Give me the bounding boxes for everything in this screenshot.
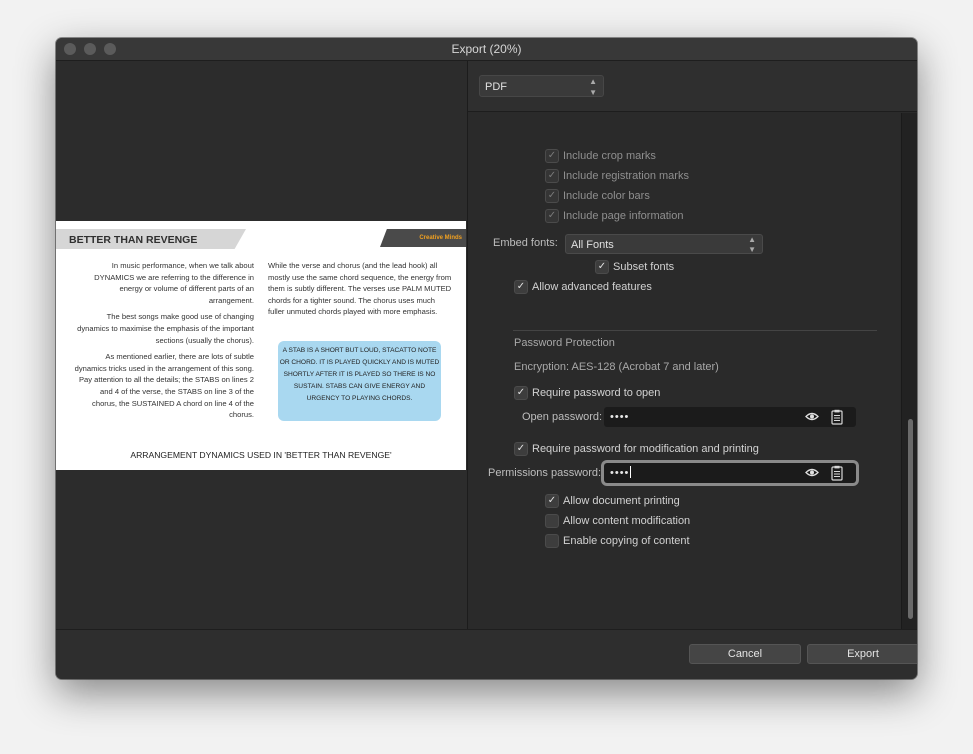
crop-marks-label: Include crop marks bbox=[563, 150, 656, 162]
document-page-preview: BETTER THAN REVENGE Creative Minds In mu… bbox=[56, 221, 466, 470]
brand-logo: Creative Minds bbox=[380, 229, 466, 247]
embed-fonts-label: Embed fonts: bbox=[493, 237, 558, 249]
registration-marks-label: Include registration marks bbox=[563, 170, 689, 182]
page-footer-title: ARRANGEMENT DYNAMICS USED IN 'BETTER THA… bbox=[130, 450, 392, 460]
format-select[interactable]: PDF ▲ ▼ bbox=[479, 75, 604, 97]
allow-advanced-checkbox[interactable]: ✓ bbox=[514, 280, 528, 294]
color-bars-label: Include color bars bbox=[563, 190, 650, 202]
password-section-title: Password Protection bbox=[514, 337, 615, 349]
eye-icon[interactable] bbox=[805, 412, 819, 421]
allow-modification-checkbox[interactable] bbox=[545, 514, 559, 528]
permissions-password-value: •••• bbox=[610, 467, 630, 479]
require-open-password-checkbox[interactable]: ✓ bbox=[514, 386, 528, 400]
require-modify-password-checkbox[interactable]: ✓ bbox=[514, 442, 528, 456]
format-bar: PDF ▲ ▼ bbox=[468, 61, 917, 112]
open-password-field[interactable]: •••• bbox=[604, 407, 856, 427]
paragraph-dynamics: In music performance, when we talk about… bbox=[94, 261, 254, 305]
export-settings-pane: PDF ▲ ▼ ✓ Include crop marks ✓ Include re… bbox=[467, 61, 917, 629]
allow-copying-checkbox[interactable] bbox=[545, 534, 559, 548]
right-column-text: While the verse and chorus (and the lead… bbox=[268, 261, 452, 317]
page-information-checkbox[interactable]: ✓ bbox=[545, 209, 559, 223]
cancel-button[interactable]: Cancel bbox=[689, 644, 801, 664]
encryption-info: Encryption: AES-128 (Acrobat 7 and later… bbox=[514, 361, 719, 373]
require-modify-password-label: Require password for modification and pr… bbox=[532, 443, 759, 455]
left-column-text: In music performance, when we talk about… bbox=[74, 260, 254, 426]
allow-printing-label: Allow document printing bbox=[563, 495, 680, 507]
clipboard-icon[interactable] bbox=[831, 465, 843, 481]
allow-modification-label: Allow content modification bbox=[563, 515, 691, 527]
updown-chevron-icon: ▲ ▼ bbox=[589, 77, 597, 97]
stab-callout-box: A STAB IS A SHORT BUT LOUD, STACATTO NOT… bbox=[278, 341, 441, 421]
embed-fonts-select[interactable]: All Fonts ▲ ▼ bbox=[565, 234, 763, 254]
window-title: Export (20%) bbox=[451, 42, 522, 56]
page-information-label: Include page information bbox=[563, 210, 684, 222]
export-dialog: Export (20%) BETTER THAN REVENGE Creativ… bbox=[56, 38, 917, 679]
text-caret bbox=[630, 466, 632, 478]
subset-fonts-checkbox[interactable]: ✓ bbox=[595, 260, 609, 274]
registration-marks-checkbox[interactable]: ✓ bbox=[545, 169, 559, 183]
open-password-label: Open password: bbox=[522, 411, 603, 423]
dialog-footer: Cancel Export bbox=[56, 629, 917, 679]
paragraph-tricks: As mentioned earlier, there are lots of … bbox=[74, 352, 254, 420]
export-button[interactable]: Export bbox=[807, 644, 917, 664]
paragraph-best-songs: The best songs make good use of changing… bbox=[77, 312, 254, 345]
allow-advanced-label: Allow advanced features bbox=[532, 281, 652, 293]
allow-copying-label: Enable copying of content bbox=[563, 535, 690, 547]
open-password-value: •••• bbox=[610, 411, 630, 423]
permissions-password-field[interactable]: •••• bbox=[604, 463, 856, 483]
clipboard-icon[interactable] bbox=[831, 409, 843, 425]
section-divider bbox=[513, 330, 877, 331]
export-preview-pane: BETTER THAN REVENGE Creative Minds In mu… bbox=[56, 61, 467, 629]
updown-chevron-icon: ▲ ▼ bbox=[748, 235, 756, 254]
eye-icon[interactable] bbox=[805, 468, 819, 477]
scrollbar-thumb[interactable] bbox=[908, 419, 913, 619]
allow-printing-checkbox[interactable]: ✓ bbox=[545, 494, 559, 508]
require-open-password-label: Require password to open bbox=[532, 387, 661, 399]
permissions-password-label: Permissions password: bbox=[488, 467, 602, 479]
crop-marks-checkbox[interactable]: ✓ bbox=[545, 149, 559, 163]
page-heading: BETTER THAN REVENGE bbox=[69, 234, 198, 246]
title-bar: Export (20%) bbox=[56, 38, 917, 61]
color-bars-checkbox[interactable]: ✓ bbox=[545, 189, 559, 203]
settings-scrollbar[interactable] bbox=[901, 113, 917, 629]
subset-fonts-label: Subset fonts bbox=[613, 261, 675, 273]
embed-fonts-value: All Fonts bbox=[571, 239, 614, 251]
format-select-value: PDF bbox=[485, 81, 507, 93]
